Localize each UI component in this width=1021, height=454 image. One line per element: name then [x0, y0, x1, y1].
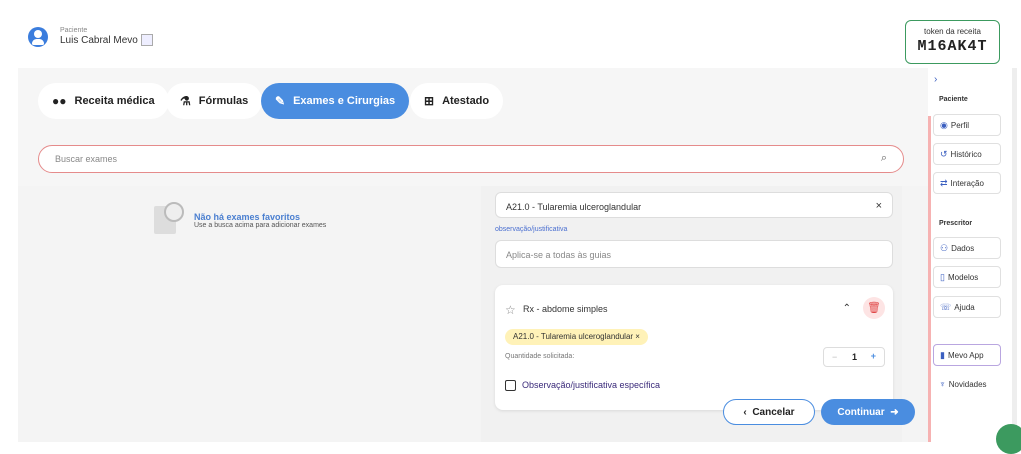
megaphone-icon: ♆: [939, 379, 946, 389]
quantity-stepper[interactable]: − 1 +: [823, 347, 885, 367]
phone-icon: ▮: [940, 349, 945, 360]
sidebar-item-mevo-app[interactable]: ▮ Mevo App: [933, 344, 1001, 366]
broken-image-icon: [141, 34, 153, 46]
sidebar-item-novidades[interactable]: ♆ Novidades: [933, 373, 1001, 395]
observation-checkbox[interactable]: [505, 380, 516, 391]
cancel-button[interactable]: ‹ Cancelar: [723, 399, 815, 425]
star-icon[interactable]: ☆: [505, 303, 516, 317]
sidebar-item-interacao[interactable]: ⇄ Interação: [933, 172, 1001, 194]
exam-card: ☆ Rx - abdome simples ⌃ 🗑 A21.0 - Tulare…: [495, 285, 893, 410]
plus-icon[interactable]: +: [871, 351, 876, 361]
tab-label: Receita médica: [74, 95, 155, 107]
tabs-bar: ●● Receita médica ⚗ Fórmulas ✎ Exames e Cir…: [18, 68, 928, 186]
observation-label: observação/justificativa: [495, 226, 568, 233]
observation-placeholder: Aplica-se a todas às guias: [506, 250, 612, 260]
sidebar-item-label: Perfil: [950, 120, 970, 130]
header: Paciente Luis Cabral Mevo token da recei…: [0, 0, 1021, 68]
observation-input[interactable]: Aplica-se a todas às guias: [495, 240, 893, 268]
sidebar-item-label: Novidades: [948, 379, 987, 389]
continue-button[interactable]: Continuar ➜: [821, 399, 915, 425]
sidebar-accent-bar: [928, 116, 931, 442]
sidebar-item-label: Modelos: [947, 272, 979, 282]
empty-subtitle: Use a busca acima para adicionar exames: [194, 222, 327, 229]
user-avatar-icon: [28, 27, 48, 47]
token-value: M16AK4T: [917, 38, 988, 55]
minus-icon[interactable]: −: [832, 352, 837, 362]
document-icon: ▯: [940, 271, 945, 282]
sidebar-heading-prescritor: Prescritor: [939, 220, 973, 227]
diagnosis-value: A21.0 - Tularemia ulceroglandular: [506, 202, 642, 212]
tab-label: Fórmulas: [198, 95, 249, 107]
swap-icon: ⇄: [940, 177, 948, 188]
scrollbar[interactable]: [1012, 68, 1017, 442]
diagnosis-field[interactable]: A21.0 - Tularemia ulceroglandular ×: [495, 192, 893, 218]
pills-icon: ●●: [52, 94, 67, 108]
sidebar-item-label: Interação: [950, 178, 984, 188]
observation-checkbox-label: Observação/justificativa específica: [522, 380, 661, 390]
sidebar-item-label: Mevo App: [947, 350, 984, 360]
arrow-right-icon: ➜: [884, 406, 899, 418]
user-circle-icon: ◉: [940, 119, 948, 130]
quantity-label: Quantidade solicitada:: [505, 353, 575, 360]
sidebar-item-historico[interactable]: ↺ Histórico: [933, 143, 1001, 165]
patient-label: Paciente: [60, 27, 88, 34]
sidebar-item-ajuda[interactable]: ☏ Ajuda: [933, 296, 1001, 318]
sidebar-item-dados[interactable]: ⚇ Dados: [933, 237, 1001, 259]
flask-icon: ⚗: [180, 94, 191, 108]
tab-label: Exames e Cirurgias: [293, 95, 396, 107]
search-placeholder: Buscar exames: [55, 154, 118, 164]
chevron-up-icon[interactable]: ⌃: [843, 303, 851, 314]
history-icon: ↺: [940, 148, 948, 159]
patient-name: Luis Cabral Mevo: [60, 35, 138, 46]
tab-formulas[interactable]: ⚗ Fórmulas: [166, 83, 263, 119]
token-box: token da receita M16AK4T: [905, 20, 1000, 64]
continue-label: Continuar: [837, 406, 885, 418]
diagnosis-chip[interactable]: A21.0 - Tularemia ulceroglandular ×: [505, 329, 648, 345]
sidebar-item-label: Ajuda: [954, 302, 975, 312]
pen-icon: ✎: [275, 94, 286, 108]
empty-search-icon: [154, 202, 184, 234]
document-plus-icon: ⊞: [424, 94, 435, 108]
sidebar-item-modelos[interactable]: ▯ Modelos: [933, 266, 1001, 288]
help-icon: ☏: [940, 301, 952, 312]
sidebar-heading-paciente: Paciente: [939, 96, 968, 103]
search-input[interactable]: Buscar exames ⌕: [38, 145, 904, 173]
token-label: token da receita: [924, 27, 981, 36]
chat-fab-button[interactable]: [996, 424, 1021, 454]
sidebar-item-perfil[interactable]: ◉ Perfil: [933, 114, 1001, 136]
tab-atestado[interactable]: ⊞ Atestado: [410, 83, 504, 119]
tab-exames-cirurgias[interactable]: ✎ Exames e Cirurgias: [261, 83, 410, 119]
tab-receita-medica[interactable]: ●● Receita médica: [38, 83, 169, 119]
trash-icon[interactable]: 🗑: [863, 297, 885, 319]
search-icon[interactable]: ⌕: [881, 152, 887, 165]
exam-name: Rx - abdome simples: [523, 304, 608, 314]
close-icon[interactable]: ×: [876, 200, 882, 212]
quantity-value: 1: [852, 352, 858, 362]
sidebar-item-label: Dados: [951, 243, 975, 253]
chip-label: A21.0 - Tularemia ulceroglandular: [513, 332, 634, 341]
tab-label: Atestado: [442, 95, 490, 107]
chevron-left-icon: ‹: [743, 406, 753, 418]
chevron-right-icon[interactable]: ›: [934, 74, 937, 85]
sidebar-item-label: Histórico: [950, 149, 982, 159]
users-icon: ⚇: [940, 242, 949, 253]
cancel-label: Cancelar: [752, 406, 795, 418]
empty-title: Não há exames favoritos: [194, 212, 301, 222]
